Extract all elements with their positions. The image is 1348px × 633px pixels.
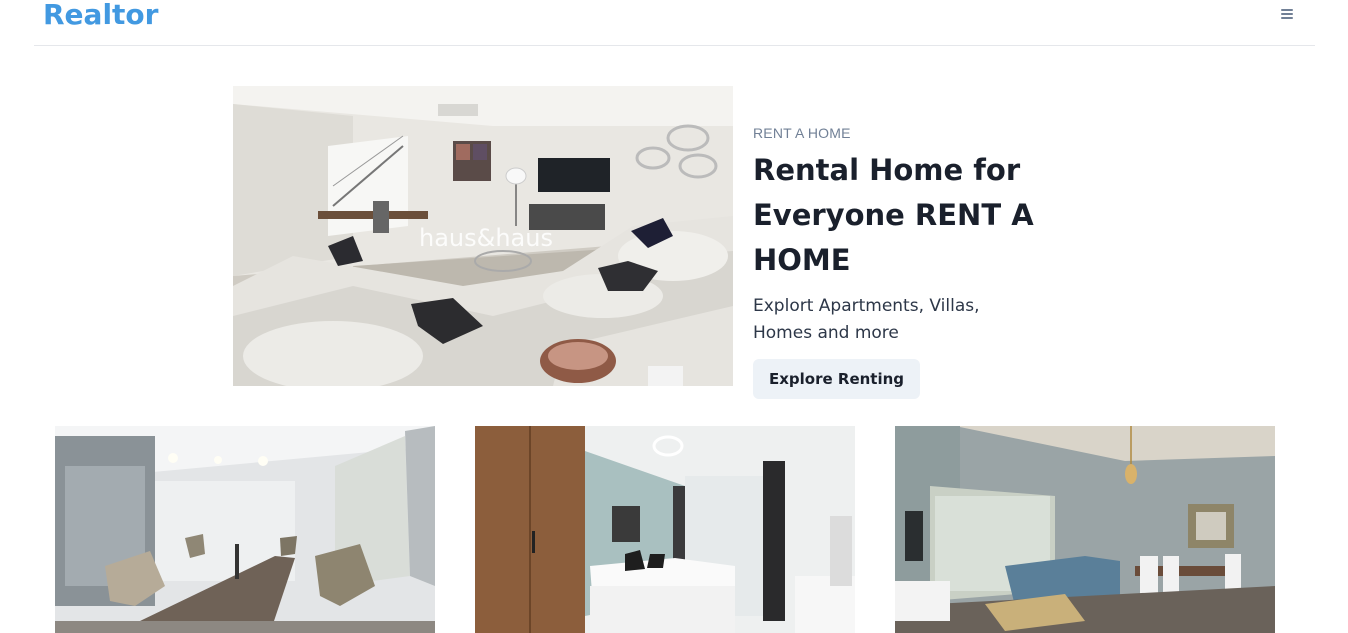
hamburger-menu-icon[interactable] [1277,4,1297,22]
navbar: Realtor [34,0,1315,46]
brand-logo[interactable]: Realtor [43,0,158,31]
explore-renting-button[interactable]: Explore Renting [753,359,921,399]
hero-content: RENT A HOME Rental Home for Everyone REN… [753,124,1173,399]
listing-card-bedroom[interactable] [475,426,855,633]
hero-title: Rental Home for Everyone RENT A HOME [753,153,1034,277]
listing-card-living[interactable] [895,426,1275,633]
hero-description: Explort Apartments, Villas, Homes and mo… [753,296,980,343]
hero-image: haus&haus [233,86,733,386]
hero-watermark: haus&haus [419,224,553,252]
hero-eyebrow: RENT A HOME [753,125,851,141]
listing-card-office[interactable] [55,426,435,633]
